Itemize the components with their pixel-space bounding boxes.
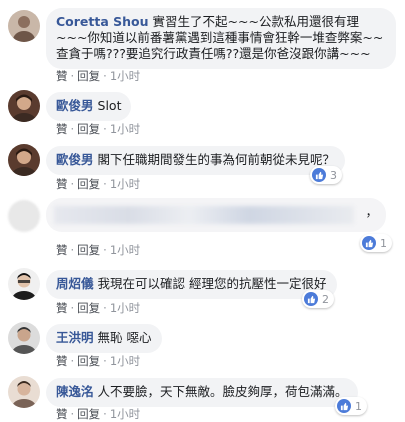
comment-actions: 贊 · 回复 · 1小时 — [56, 300, 140, 316]
reply-button[interactable]: 回复 — [77, 122, 100, 136]
timestamp[interactable]: 1小时 — [110, 177, 140, 191]
like-button[interactable]: 贊 — [56, 407, 68, 421]
comment-author[interactable]: 周炤儀 — [56, 276, 94, 291]
blurred-text — [54, 206, 354, 224]
separator: · — [103, 243, 107, 257]
comment-author[interactable]: 歐俊男 — [56, 98, 94, 113]
comment-text: 閣下任職期間發生的事為何前朝從未見呢？ — [97, 152, 336, 167]
avatar-blurred[interactable] — [8, 200, 40, 232]
avatar[interactable] — [8, 144, 40, 176]
timestamp[interactable]: 1小时 — [110, 301, 140, 315]
separator: · — [103, 301, 107, 315]
reaction-badge[interactable]: 1 — [360, 234, 392, 252]
comment-bubble: Coretta Shou 實習生了不起~~~公款私用還很有理~~~你知道以前番薯黨… — [46, 8, 396, 69]
reaction-count: 3 — [330, 168, 337, 182]
separator: · — [103, 354, 107, 368]
comment-actions: 贊 · 回复 · 1小时 — [56, 68, 140, 84]
reaction-count: 2 — [322, 292, 329, 306]
comment-author[interactable]: 歐俊男 — [56, 152, 94, 167]
avatar[interactable] — [8, 10, 40, 42]
avatar[interactable] — [8, 322, 40, 354]
avatar[interactable] — [8, 376, 40, 408]
reply-button[interactable]: 回复 — [77, 407, 100, 421]
separator: · — [103, 407, 107, 421]
thumbs-up-icon — [304, 292, 318, 306]
like-button[interactable]: 贊 — [56, 243, 68, 257]
timestamp[interactable]: 1小时 — [110, 243, 140, 257]
timestamp[interactable]: 1小时 — [110, 354, 140, 368]
separator: · — [70, 177, 75, 191]
separator: · — [70, 301, 75, 315]
comment-bubble: 歐俊男 閣下任職期間發生的事為何前朝從未見呢？ — [46, 146, 346, 175]
avatar[interactable] — [8, 90, 40, 122]
separator: · — [70, 243, 75, 257]
comment-text: 我現在可以確認 經理您的抗壓性一定很好 — [97, 276, 327, 291]
timestamp[interactable]: 1小时 — [110, 407, 140, 421]
like-button[interactable]: 贊 — [56, 69, 68, 83]
comment-actions: 贊 · 回复 · 1小时 — [56, 242, 140, 258]
separator: · — [70, 122, 75, 136]
thumbs-up-icon — [362, 236, 376, 250]
reaction-badge[interactable]: 3 — [310, 166, 342, 184]
thumbs-up-icon — [337, 399, 351, 413]
comment-bubble-blurred: ， — [46, 198, 386, 232]
reply-button[interactable]: 回复 — [77, 177, 100, 191]
reaction-count: 1 — [380, 236, 387, 250]
comment-actions: 贊 · 回复 · 1小时 — [56, 121, 140, 137]
comment-author[interactable]: Coretta Shou — [56, 14, 149, 29]
like-button[interactable]: 贊 — [56, 354, 68, 368]
thumbs-up-icon — [312, 168, 326, 182]
comment-author[interactable]: 陳逸洺 — [56, 384, 94, 399]
comment-text: Slot — [97, 98, 122, 113]
comment-author[interactable]: 王洪明 — [56, 330, 94, 345]
like-button[interactable]: 贊 — [56, 177, 68, 191]
reply-button[interactable]: 回复 — [77, 301, 100, 315]
separator: · — [103, 122, 107, 136]
comment-bubble: 王洪明 無恥 噁心 — [46, 324, 162, 353]
reply-button[interactable]: 回复 — [77, 69, 100, 83]
comment-bubble: 陳逸洺 人不要臉，天下無敵。臉皮夠厚，荷包滿滿。 — [46, 378, 358, 407]
comment-text: 人不要臉，天下無敵。臉皮夠厚，荷包滿滿。 — [97, 384, 348, 399]
reaction-count: 1 — [355, 399, 362, 413]
reaction-badge[interactable]: 2 — [302, 290, 334, 308]
comment-text: ， — [365, 204, 378, 219]
comment-actions: 贊 · 回复 · 1小时 — [56, 176, 140, 192]
avatar[interactable] — [8, 268, 40, 300]
separator: · — [70, 354, 75, 368]
reaction-badge[interactable]: 1 — [335, 397, 367, 415]
separator: · — [103, 69, 107, 83]
separator: · — [70, 69, 75, 83]
reply-button[interactable]: 回复 — [77, 354, 100, 368]
timestamp[interactable]: 1小时 — [110, 69, 140, 83]
like-button[interactable]: 贊 — [56, 122, 68, 136]
comment-bubble: 周炤儀 我現在可以確認 經理您的抗壓性一定很好 — [46, 270, 337, 299]
comment-actions: 贊 · 回复 · 1小时 — [56, 353, 140, 369]
like-button[interactable]: 贊 — [56, 301, 68, 315]
reply-button[interactable]: 回复 — [77, 243, 100, 257]
separator: · — [103, 177, 107, 191]
comment-bubble: 歐俊男 Slot — [46, 92, 132, 121]
comment-text: 無恥 噁心 — [97, 330, 152, 345]
timestamp[interactable]: 1小时 — [110, 122, 140, 136]
separator: · — [70, 407, 75, 421]
